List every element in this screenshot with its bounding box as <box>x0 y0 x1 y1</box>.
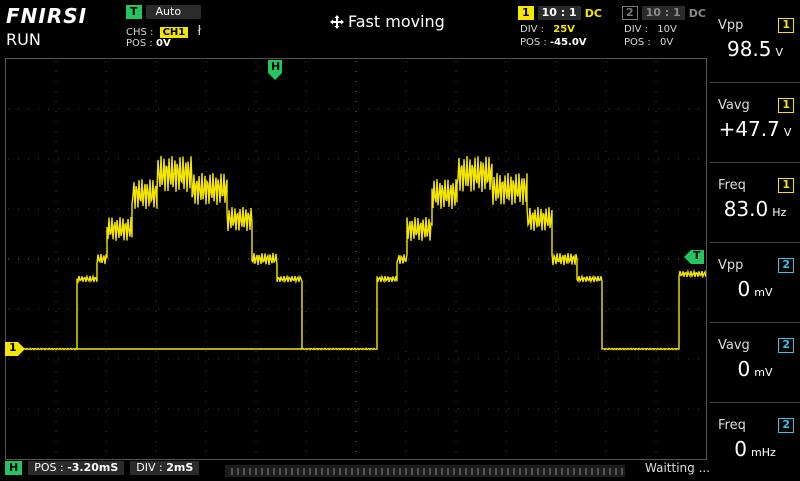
ch1-pos: POS : -45.0V <box>520 37 587 48</box>
measurement-unit: mV <box>754 286 773 299</box>
timebase-pos: -3.20mS <box>67 461 119 474</box>
timebase-info[interactable]: H POS : -3.20mS DIV : 2mS <box>5 461 200 475</box>
memory-scrollbar[interactable] <box>225 462 625 477</box>
measurement-value: 0 <box>737 277 751 301</box>
ch1-div: DIV : 25V <box>520 24 575 35</box>
acquire-status: Waitting ... <box>645 461 711 475</box>
measurement-title: Freq <box>718 178 746 193</box>
ch2-div: DIV : 10V <box>624 24 677 35</box>
ch1-badge: 1 <box>518 6 534 20</box>
run-state[interactable]: RUN <box>6 30 41 49</box>
measurement-2[interactable]: Freq 1 83.0 Hz <box>710 178 800 221</box>
ch1-settings[interactable]: 1 10 : 1 DC <box>518 6 602 20</box>
measurement-separator <box>710 402 800 403</box>
measurement-title: Vavg <box>718 338 750 353</box>
chs-value: CH1 <box>159 27 189 38</box>
edge-icon: ł <box>197 24 202 39</box>
waveform-canvas <box>5 61 707 452</box>
trigger-mode[interactable]: Auto <box>145 5 202 19</box>
trigger-pos: POS : 0V <box>126 38 171 49</box>
measurement-4[interactable]: Vavg 2 0 mV <box>710 338 800 381</box>
measurement-0[interactable]: Vpp 1 98.5 V <box>710 18 800 61</box>
measurement-value: 98.5 <box>726 37 772 61</box>
scrollbar-track <box>225 465 625 477</box>
ch2-ratio: 10 : 1 <box>641 6 685 20</box>
brand-logo: FNIRSI <box>6 4 88 28</box>
trigger-panel[interactable]: T Auto <box>126 5 202 19</box>
mode-indicator: Fast moving <box>330 12 445 31</box>
measurement-1[interactable]: Vavg 1 +47.7 V <box>710 98 800 141</box>
trigger-level-marker[interactable]: T <box>684 249 704 268</box>
measurement-title: Vpp <box>718 18 744 33</box>
trigger-badge: T <box>126 5 142 19</box>
ch2-badge: 2 <box>622 6 638 20</box>
h-badge: H <box>5 461 23 475</box>
measurement-separator <box>710 162 800 163</box>
ch1-ratio: 10 : 1 <box>537 6 581 20</box>
ch2-coupling: DC <box>688 6 706 20</box>
measurement-value: 0 <box>737 357 751 381</box>
trigger-source[interactable]: CHS : CH1 ł <box>126 24 201 39</box>
measurement-channel-badge: 1 <box>778 178 794 193</box>
measurement-channel-badge: 2 <box>778 338 794 353</box>
measurement-3[interactable]: Vpp 2 0 mV <box>710 258 800 301</box>
measurement-separator <box>710 242 800 243</box>
measurement-5[interactable]: Freq 2 0 mHz <box>710 418 800 461</box>
measurement-separator <box>710 82 800 83</box>
ch2-settings[interactable]: 2 10 : 1 DC <box>622 6 706 20</box>
grid <box>8 61 699 452</box>
chs-label: CHS : <box>126 27 154 38</box>
ch1-coupling: DC <box>584 6 602 20</box>
move-icon <box>330 14 344 29</box>
ch2-pos: POS : 0V <box>624 37 674 48</box>
measurement-unit: mHz <box>750 446 776 459</box>
ch1-level-marker[interactable]: 1 <box>5 341 25 360</box>
measurement-title: Vavg <box>718 98 750 113</box>
measurement-value: +47.7 <box>718 117 780 141</box>
scope-display[interactable] <box>5 58 707 460</box>
measurement-unit: Hz <box>772 206 787 219</box>
measurement-channel-badge: 2 <box>778 258 794 273</box>
h-marker[interactable]: H <box>268 60 282 84</box>
measurement-channel-badge: 1 <box>778 18 794 33</box>
timebase-div: 2mS <box>166 461 194 474</box>
measurement-unit: V <box>783 126 792 139</box>
measurement-value: 83.0 <box>723 197 769 221</box>
mode-text: Fast moving <box>348 12 445 31</box>
measurement-title: Vpp <box>718 258 744 273</box>
measurement-value: 0 <box>734 437 747 461</box>
measurement-title: Freq <box>718 418 746 433</box>
measurement-unit: mV <box>754 366 773 379</box>
measurement-unit: V <box>775 46 784 59</box>
measurement-channel-badge: 1 <box>778 98 794 113</box>
measurement-channel-badge: 2 <box>778 418 794 433</box>
measurement-separator <box>710 322 800 323</box>
ch1-trace <box>5 155 707 351</box>
